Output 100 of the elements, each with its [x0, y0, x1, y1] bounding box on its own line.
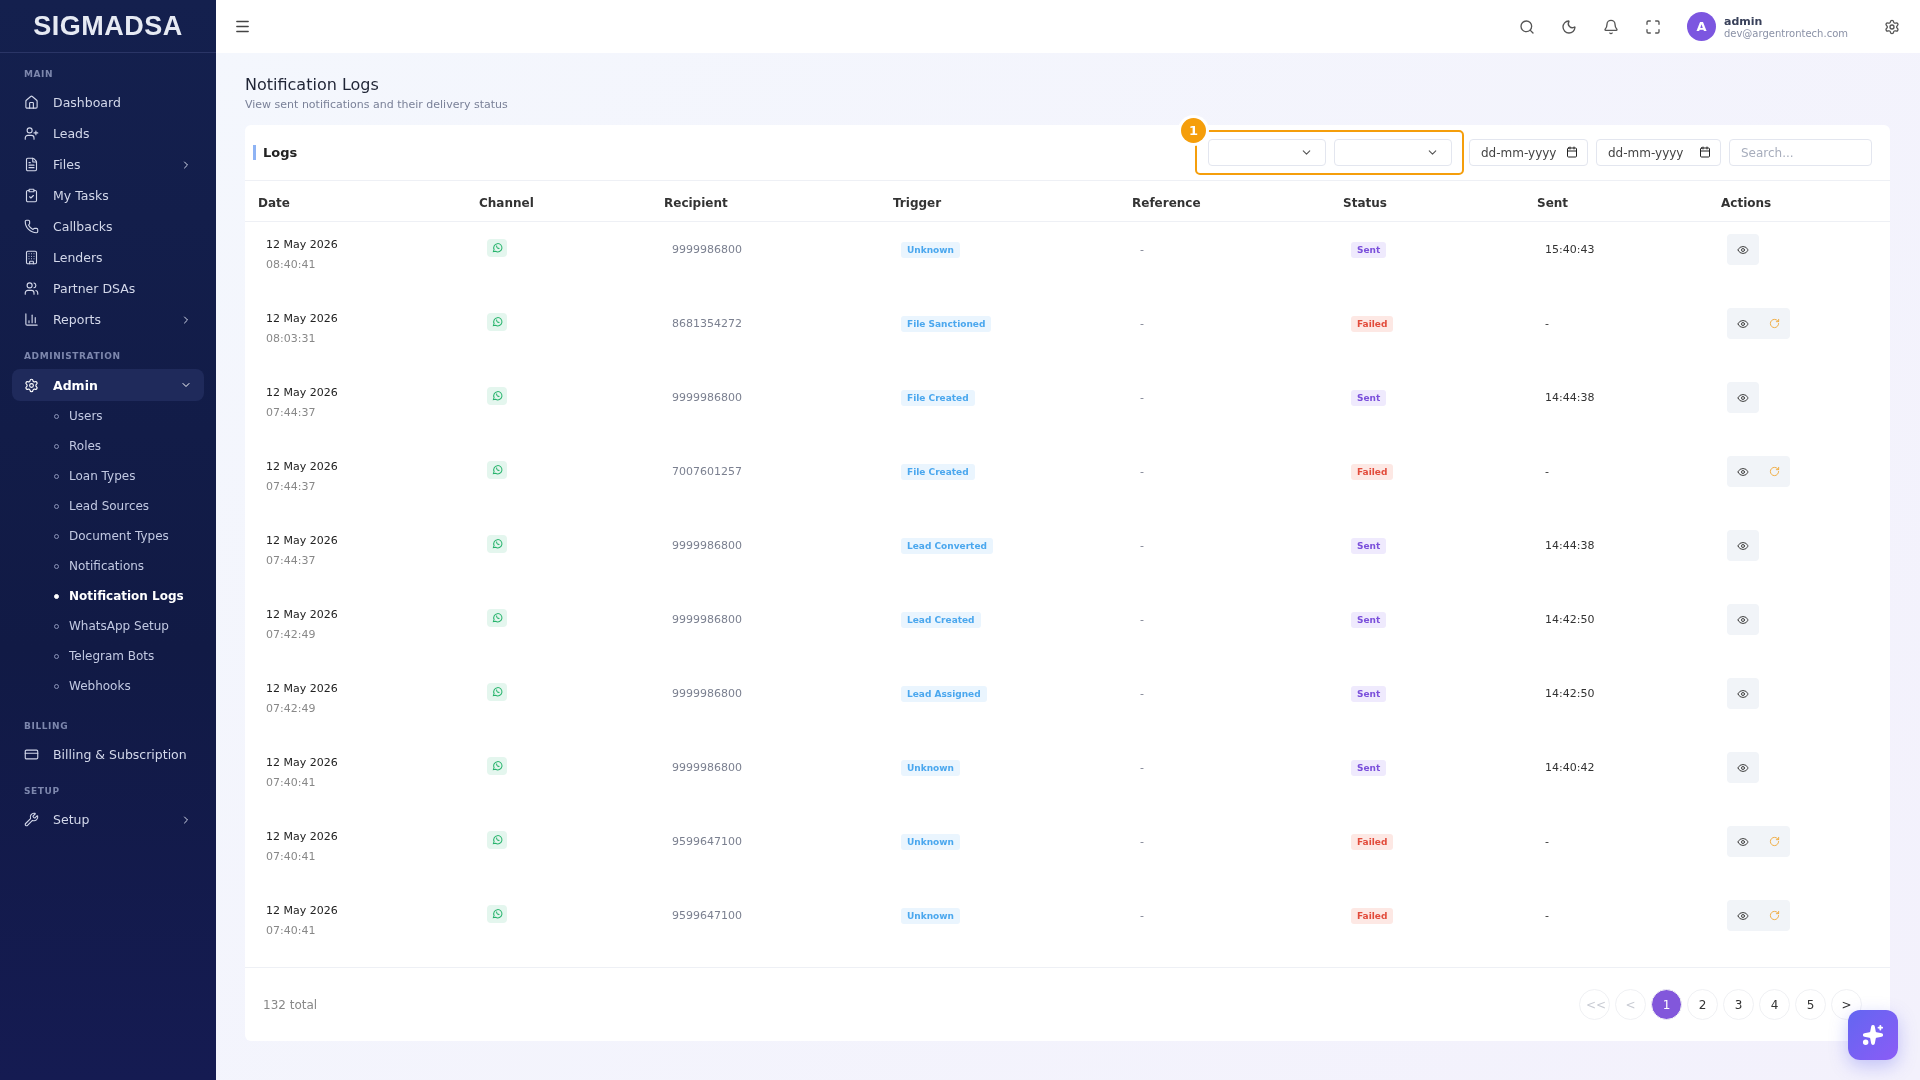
sidebar-item[interactable]: Billing & Subscription — [12, 739, 204, 770]
sidebar-item[interactable]: Callbacks — [12, 211, 204, 242]
user-plus-icon — [24, 126, 39, 141]
view-button[interactable] — [1737, 539, 1749, 552]
calendar-icon[interactable] — [1566, 146, 1578, 158]
submenu-item[interactable]: Telegram Bots — [0, 641, 216, 671]
date-text: 12 May 2026 — [266, 682, 339, 695]
settings-icon[interactable] — [1884, 18, 1900, 35]
reference-cell-text: - — [1139, 835, 1144, 848]
date-text: 12 May 2026 — [266, 238, 339, 251]
view-button[interactable] — [1737, 835, 1749, 848]
wrench-icon — [24, 812, 39, 827]
sidebar-item[interactable]: Leads — [12, 118, 204, 149]
submenu-item[interactable]: Notification Logs — [0, 581, 216, 611]
eye-icon — [1737, 391, 1749, 404]
view-button[interactable] — [1737, 465, 1749, 478]
reference-cell-text: - — [1139, 687, 1144, 700]
trigger-tag: Lead Assigned — [901, 686, 987, 702]
view-button[interactable] — [1737, 391, 1749, 404]
submenu-item[interactable]: Lead Sources — [0, 491, 216, 521]
time-text: 07:40:41 — [266, 850, 317, 863]
view-button[interactable] — [1737, 909, 1749, 922]
sidebar-item[interactable]: Lenders — [12, 242, 204, 273]
submenu-item[interactable]: Users — [0, 401, 216, 431]
select-field[interactable] — [1334, 139, 1452, 166]
recipient-cell-text: 9599647100 — [671, 909, 742, 922]
sidebar-item[interactable]: Setup — [12, 804, 204, 835]
trigger-tag: Unknown — [901, 908, 960, 924]
reference-cell-text: - — [1139, 243, 1144, 256]
submenu-item[interactable]: Document Types — [0, 521, 216, 551]
step-badge: 1 — [1181, 118, 1206, 143]
status-tag: Failed — [1351, 908, 1394, 924]
view-button[interactable] — [1737, 613, 1749, 626]
status-tag: Sent — [1351, 612, 1387, 628]
submenu-item[interactable]: Webhooks — [0, 671, 216, 701]
time-text: 07:42:49 — [266, 628, 317, 641]
date-field[interactable]: dd-mm-yyyy — [1596, 139, 1721, 166]
calendar-icon[interactable] — [1699, 146, 1711, 158]
fullscreen-icon[interactable] — [1644, 18, 1661, 35]
page-button[interactable]: 3 — [1723, 989, 1754, 1020]
sidebar-item[interactable]: Dashboard — [12, 87, 204, 118]
building-icon — [24, 250, 39, 265]
home-icon — [24, 95, 39, 110]
page-button[interactable]: 2 — [1687, 989, 1718, 1020]
submenu-item[interactable]: Loan Types — [0, 461, 216, 491]
recipient-cell-text: 9999986800 — [671, 687, 742, 700]
select-field[interactable] — [1208, 139, 1326, 166]
sent-time: 14:40:42 — [1544, 761, 1595, 774]
sent-time: - — [1544, 465, 1549, 478]
sent-time: - — [1544, 909, 1549, 922]
status-tag: Sent — [1351, 760, 1387, 776]
eye-icon — [1737, 243, 1749, 256]
section-title: MAIN — [23, 68, 55, 81]
search-icon[interactable] — [1518, 18, 1535, 35]
view-button[interactable] — [1737, 687, 1749, 700]
column-header: Actions — [1721, 195, 1772, 210]
sent-time: 14:44:38 — [1544, 391, 1595, 404]
retry-icon — [1769, 318, 1780, 329]
sparkles-icon — [1862, 1024, 1884, 1046]
search-field[interactable]: Search... — [1729, 139, 1872, 166]
avatar[interactable]: A — [1686, 12, 1716, 41]
whatsapp-icon — [491, 760, 503, 771]
moon-icon[interactable] — [1560, 18, 1577, 35]
total-count: 132 total — [263, 997, 318, 1012]
column-header: Recipient — [664, 195, 728, 210]
date-field[interactable]: dd-mm-yyyy — [1469, 139, 1588, 166]
view-button[interactable] — [1737, 243, 1749, 256]
date-text: 12 May 2026 — [266, 386, 339, 399]
page-button[interactable]: 5 — [1795, 989, 1826, 1020]
time-text: 07:44:37 — [266, 406, 317, 419]
recipient-cell-text: 9999986800 — [671, 243, 742, 256]
eye-icon — [1737, 761, 1749, 774]
view-button[interactable] — [1737, 761, 1749, 774]
sidebar-item[interactable]: My Tasks — [12, 180, 204, 211]
submenu-item[interactable]: Notifications — [0, 551, 216, 581]
submenu-item[interactable]: Roles — [0, 431, 216, 461]
reference-cell-text: - — [1139, 613, 1144, 626]
page-button[interactable]: 4 — [1759, 989, 1790, 1020]
submenu-item[interactable]: WhatsApp Setup — [0, 611, 216, 641]
sidebar-item[interactable]: Files — [12, 149, 204, 180]
status-tag: Failed — [1351, 316, 1394, 332]
page-button[interactable]: 1 — [1651, 989, 1682, 1020]
view-button[interactable] — [1737, 317, 1749, 330]
date-text: 12 May 2026 — [266, 312, 339, 325]
eye-icon — [1737, 687, 1749, 700]
sidebar-item[interactable]: Reports — [12, 304, 204, 335]
date-text: 12 May 2026 — [266, 830, 339, 843]
sidebar-item[interactable]: Partner DSAs — [12, 273, 204, 304]
sent-time: 14:42:50 — [1544, 687, 1595, 700]
assistant-button[interactable] — [1848, 1010, 1898, 1060]
section-title: ADMINISTRATION — [23, 350, 122, 363]
section-title: SETUP — [23, 785, 61, 798]
recipient-cell-text: 9999986800 — [671, 539, 742, 552]
column-header: Date — [258, 195, 290, 210]
trigger-tag: Unknown — [901, 760, 960, 776]
sidebar-item[interactable]: Admin — [12, 369, 204, 401]
bell-icon[interactable] — [1602, 18, 1619, 35]
recipient-cell-text: 9599647100 — [671, 835, 742, 848]
column-header: Channel — [479, 195, 534, 210]
menu-icon[interactable] — [234, 18, 251, 35]
